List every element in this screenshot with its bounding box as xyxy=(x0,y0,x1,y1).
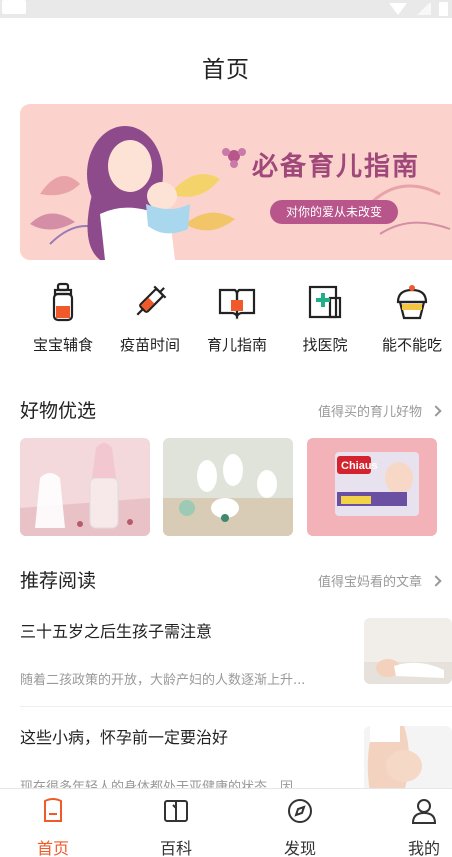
article-item[interactable]: 这些小病，怀孕前一定要治好 现在很多年轻人的身体都处于亚健康的状态，因... xyxy=(0,714,452,795)
goods-item-baby-shoes[interactable] xyxy=(163,438,293,536)
status-bar xyxy=(0,0,452,18)
category-label: 疫苗时间 xyxy=(119,336,180,354)
divider xyxy=(20,706,452,707)
category-label: 宝宝辅食 xyxy=(32,336,93,354)
baby-bottle-icon xyxy=(52,282,74,322)
page-title: 首页 xyxy=(202,57,250,83)
nav-discover[interactable]: 发现 xyxy=(260,797,340,857)
chevron-right-icon xyxy=(430,404,442,417)
nav-label: 百科 xyxy=(159,839,192,857)
bottom-nav: 首页 百科 发现 我的 xyxy=(0,788,452,857)
home-icon xyxy=(44,798,62,822)
reading-section-title: 推荐阅读 xyxy=(20,570,97,592)
goods-more-label: 值得买的育儿好物 xyxy=(317,405,422,420)
nav-label: 首页 xyxy=(36,839,69,857)
goods-section-title: 好物优选 xyxy=(20,400,97,422)
category-label: 找医院 xyxy=(302,336,348,354)
battery-icon xyxy=(439,2,448,16)
pregnant-woman-image xyxy=(364,726,452,792)
category-row: 宝宝辅食 疫苗时间 育儿指南 找医院 能不能吃 xyxy=(0,282,452,356)
banner-subtitle: 对你的爱从未改变 xyxy=(270,200,398,224)
reading-more-label: 值得宝妈看的文章 xyxy=(317,575,422,590)
sleeping-baby-image xyxy=(364,618,452,684)
cupcake-icon xyxy=(396,285,428,320)
syringe-icon xyxy=(136,285,167,316)
category-can-eat[interactable]: 能不能吃 xyxy=(368,282,452,355)
status-icons xyxy=(389,0,448,18)
article-title: 这些小病，怀孕前一定要治好 xyxy=(20,728,229,747)
svg-text:Chiaus: Chiaus xyxy=(341,460,378,472)
category-label: 能不能吃 xyxy=(381,336,442,354)
banner-title: 必备育儿指南 xyxy=(252,152,421,182)
goods-list: Chiaus xyxy=(20,438,452,538)
compass-icon xyxy=(288,799,312,823)
category-baby-food[interactable]: 宝宝辅食 xyxy=(19,282,107,355)
goods-item-feeding-bottle[interactable] xyxy=(20,438,150,536)
nav-label: 我的 xyxy=(407,839,440,857)
chevron-right-icon xyxy=(430,574,442,587)
category-find-hospital[interactable]: 找医院 xyxy=(281,282,369,355)
reading-more-link[interactable]: 值得宝妈看的文章 xyxy=(317,571,442,590)
article-title: 三十五岁之后生孩子需注意 xyxy=(20,622,213,641)
goods-more-link[interactable]: 值得买的育儿好物 xyxy=(317,401,442,420)
nav-mine[interactable]: 我的 xyxy=(384,797,452,857)
article-thumbnail xyxy=(364,726,452,792)
wifi-icon xyxy=(389,3,407,15)
goods-item-diapers[interactable]: Chiaus xyxy=(307,438,437,536)
nav-label: 发现 xyxy=(283,839,316,857)
article-item[interactable]: 三十五岁之后生孩子需注意 随着二孩政策的开放，大龄产妇的人数逐渐上升... xyxy=(0,606,452,706)
user-icon xyxy=(411,799,437,824)
nav-encyclopedia[interactable]: 百科 xyxy=(136,797,216,857)
nav-home[interactable]: 首页 xyxy=(13,797,93,857)
article-desc: 随着二孩政策的开放，大龄产妇的人数逐渐上升... xyxy=(20,673,306,688)
diapers-image: Chiaus xyxy=(307,438,437,536)
open-book-icon xyxy=(218,288,256,320)
banner[interactable]: 必备育儿指南 对你的爱从未改变 xyxy=(20,104,452,260)
article-thumbnail xyxy=(364,618,452,684)
category-label: 育儿指南 xyxy=(206,336,267,354)
category-parenting-guide[interactable]: 育儿指南 xyxy=(193,282,281,355)
baby-shoes-image xyxy=(163,438,293,536)
feeding-bottle-image xyxy=(20,438,150,536)
book-icon xyxy=(164,800,188,822)
signal-icon xyxy=(415,3,431,15)
notification-icon xyxy=(2,0,26,14)
category-vaccine[interactable]: 疫苗时间 xyxy=(106,282,194,355)
hospital-icon xyxy=(308,285,342,319)
